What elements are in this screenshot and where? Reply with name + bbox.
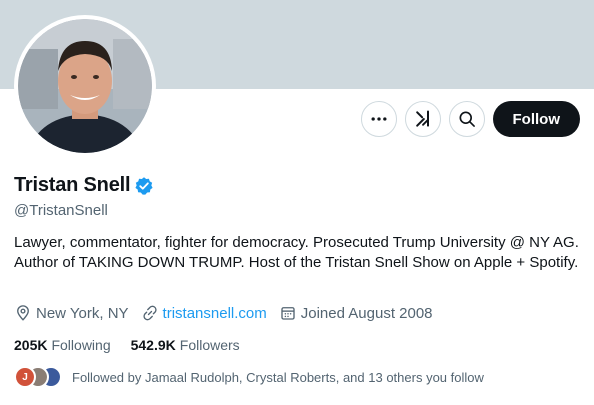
location-icon bbox=[17, 305, 29, 321]
profile-meta: New York, NY tristansnell.com Joined Aug… bbox=[14, 304, 433, 322]
more-button[interactable] bbox=[360, 101, 397, 137]
following-count: 205K bbox=[14, 337, 48, 353]
website-link[interactable]: tristansnell.com bbox=[163, 305, 267, 322]
link-icon bbox=[142, 305, 157, 321]
profile-actions: Follow bbox=[360, 101, 580, 137]
followed-by[interactable]: J Followed by Jamaal Rudolph, Crystal Ro… bbox=[14, 366, 484, 388]
followed-by-text: Followed by Jamaal Rudolph, Crystal Robe… bbox=[72, 369, 484, 385]
display-name-row: Tristan Snell bbox=[14, 174, 154, 197]
verified-badge-icon[interactable] bbox=[134, 176, 154, 196]
profile-avatar[interactable] bbox=[14, 15, 156, 157]
display-name: Tristan Snell bbox=[14, 174, 131, 196]
follower-avatar: J bbox=[14, 366, 36, 388]
follower-avatars: J bbox=[14, 366, 62, 388]
more-icon bbox=[371, 117, 386, 121]
joined-item: Joined August 2008 bbox=[279, 304, 433, 322]
followers-link[interactable]: 542.9K Followers bbox=[131, 337, 240, 353]
following-label: Following bbox=[51, 337, 111, 353]
calendar-icon bbox=[281, 307, 295, 320]
grok-button[interactable] bbox=[404, 101, 441, 137]
joined-text: Joined August 2008 bbox=[300, 304, 433, 322]
website-item[interactable]: tristansnell.com bbox=[141, 304, 267, 322]
location-item: New York, NY bbox=[14, 304, 129, 322]
search-button[interactable] bbox=[448, 101, 485, 137]
user-handle: @TristanSnell bbox=[14, 202, 108, 219]
profile-bio: Lawyer, commentator, fighter for democra… bbox=[14, 234, 579, 271]
follow-button[interactable]: Follow bbox=[492, 101, 580, 137]
grok-icon bbox=[415, 110, 429, 127]
location-text: New York, NY bbox=[36, 304, 129, 322]
followers-count: 542.9K bbox=[130, 337, 176, 353]
follow-stats: 205K Following 542.9K Followers bbox=[14, 337, 240, 353]
avatar-photo bbox=[18, 19, 152, 153]
search-icon bbox=[459, 111, 475, 127]
following-link[interactable]: 205K Following bbox=[14, 337, 111, 353]
followers-label: Followers bbox=[179, 337, 240, 353]
